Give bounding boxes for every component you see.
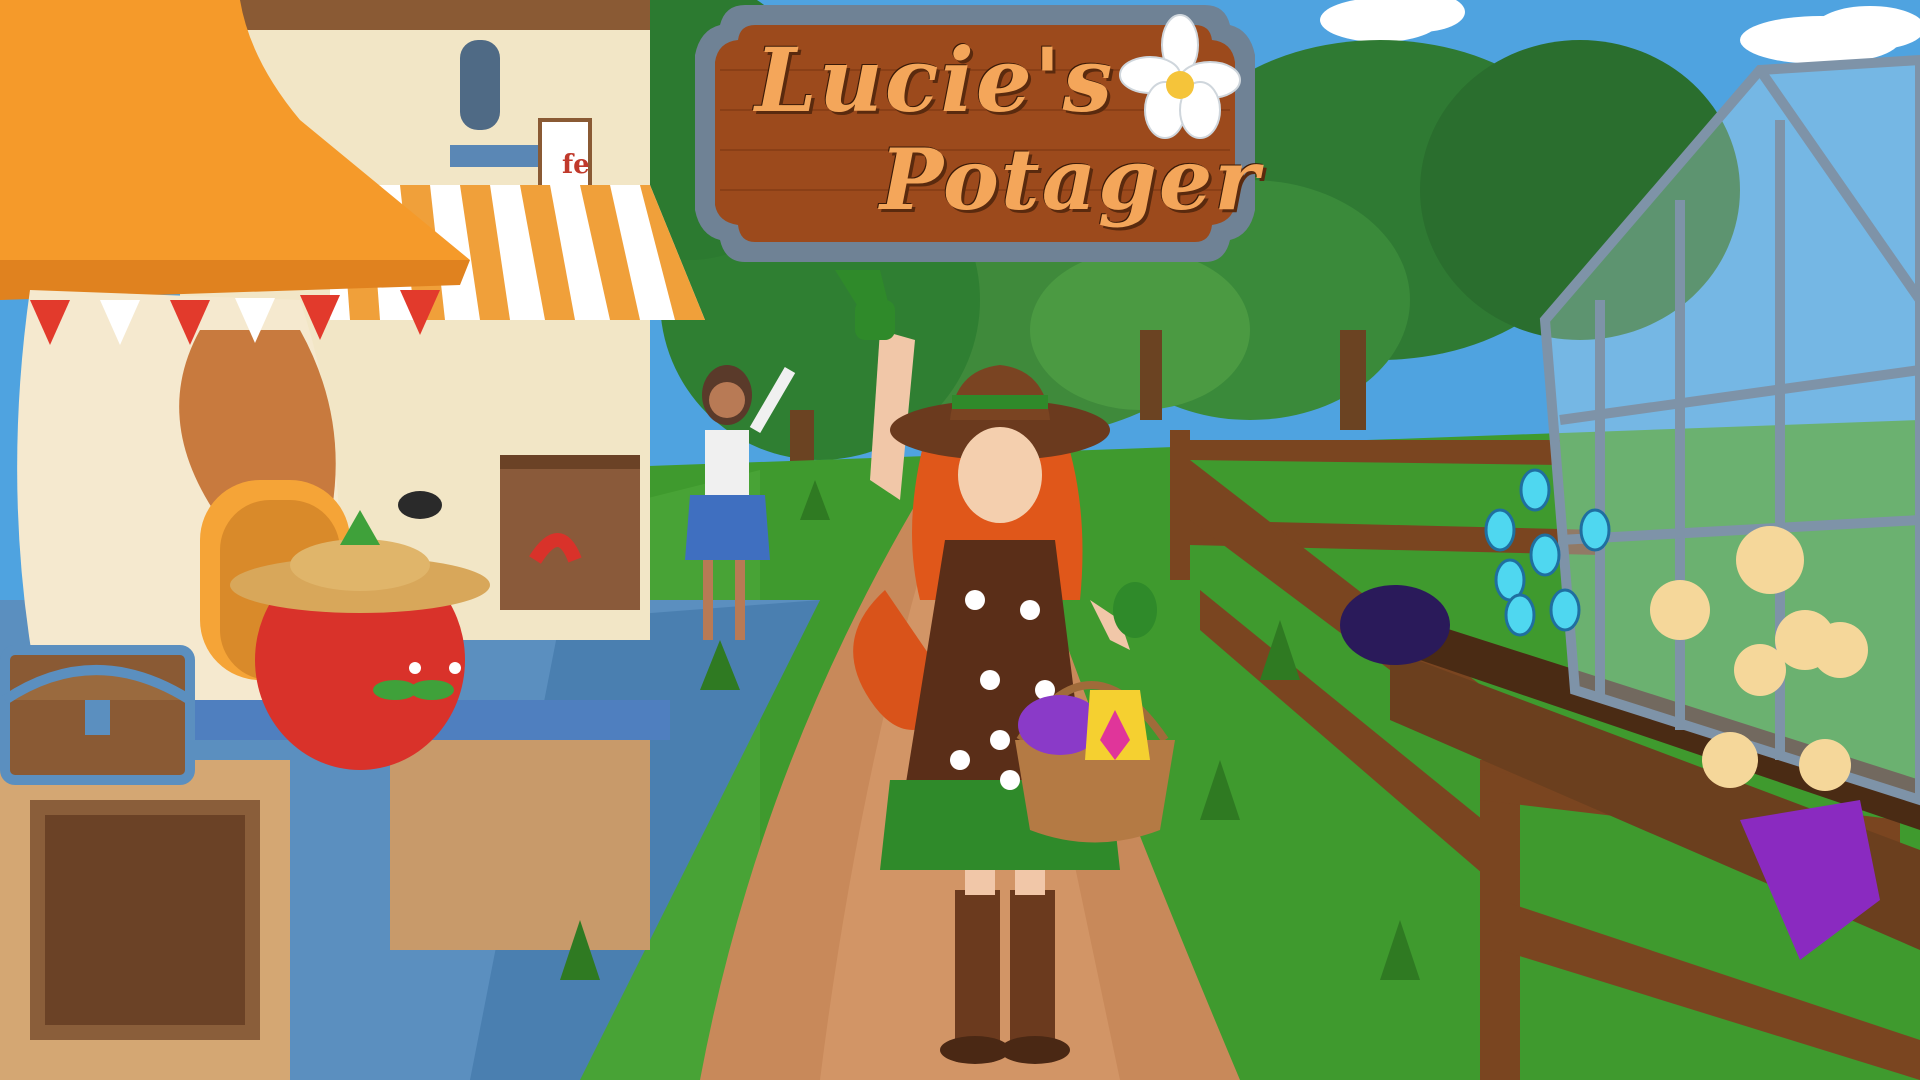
shop-sign-text: fe xyxy=(562,150,590,180)
crow xyxy=(398,491,442,519)
game-title-line2: Potager xyxy=(880,130,1261,229)
game-title-line1: Lucie's xyxy=(755,28,1115,132)
wood-crate xyxy=(390,740,650,950)
treasure-chest-icon xyxy=(0,645,195,785)
star-berry-bush xyxy=(1340,585,1450,665)
